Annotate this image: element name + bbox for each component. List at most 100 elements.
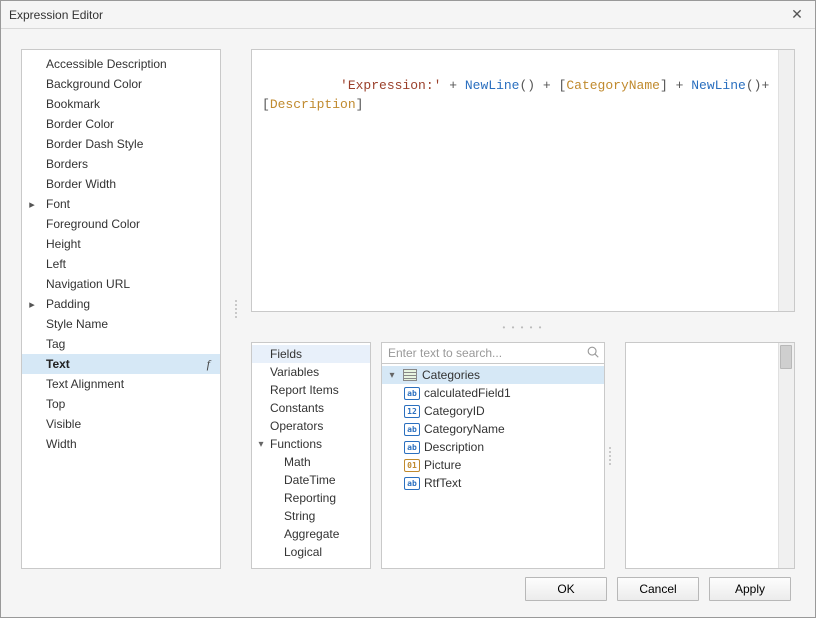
dialog-body: Accessible Description Background Color Bo… bbox=[1, 29, 815, 617]
category-label: Aggregate bbox=[270, 527, 366, 541]
category-label: Report Items bbox=[270, 383, 366, 397]
tree-label: Categories bbox=[422, 368, 480, 382]
property-item[interactable]: Left bbox=[22, 254, 220, 274]
property-item[interactable]: Text Alignment bbox=[22, 374, 220, 394]
main-area: Accessible Description Background Color Bo… bbox=[21, 49, 795, 569]
ok-button[interactable]: OK bbox=[525, 577, 607, 601]
expand-icon[interactable]: ▸ bbox=[22, 298, 42, 311]
expand-icon[interactable]: ▾ bbox=[386, 370, 398, 381]
expand-icon[interactable]: ▸ bbox=[22, 198, 42, 211]
property-item[interactable]: Border Width bbox=[22, 174, 220, 194]
category-item[interactable]: Fields bbox=[252, 345, 370, 363]
search-input[interactable] bbox=[381, 342, 605, 364]
properties-list[interactable]: Accessible Description Background Color Bo… bbox=[22, 50, 220, 568]
expression-textarea[interactable]: 'Expression:' + NewLine() + [CategoryNam… bbox=[251, 49, 795, 312]
dialog-title: Expression Editor bbox=[9, 8, 787, 22]
category-item[interactable]: Operators bbox=[252, 417, 370, 435]
categories-list[interactable]: Fields Variables Report Items Constants Oper… bbox=[251, 342, 371, 569]
property-label: Font bbox=[42, 197, 214, 211]
cancel-button[interactable]: Cancel bbox=[617, 577, 699, 601]
property-item[interactable]: Border Dash Style bbox=[22, 134, 220, 154]
category-item[interactable]: Reporting bbox=[252, 489, 370, 507]
right-column: 'Expression:' + NewLine() + [CategoryNam… bbox=[251, 49, 795, 569]
category-label: Variables bbox=[270, 365, 366, 379]
property-label: Accessible Description bbox=[42, 57, 214, 71]
close-icon[interactable]: ✕ bbox=[787, 6, 807, 23]
property-item[interactable]: Borders bbox=[22, 154, 220, 174]
property-item[interactable]: ▸Padding bbox=[22, 294, 220, 314]
tree-root[interactable]: ▾ Categories bbox=[382, 366, 604, 384]
property-label: Top bbox=[42, 397, 214, 411]
properties-panel: Accessible Description Background Color Bo… bbox=[21, 49, 221, 569]
table-icon bbox=[402, 368, 418, 382]
property-label: Foreground Color bbox=[42, 217, 214, 231]
category-item[interactable]: Report Items bbox=[252, 381, 370, 399]
category-item[interactable]: DateTime bbox=[252, 471, 370, 489]
binary-field-icon: 01 bbox=[404, 458, 420, 472]
property-item[interactable]: ▸Font bbox=[22, 194, 220, 214]
tree-label: Description bbox=[424, 440, 484, 454]
category-item[interactable]: Logical bbox=[252, 543, 370, 561]
text-field-icon: ab bbox=[404, 386, 420, 400]
category-label: Constants bbox=[270, 401, 366, 415]
property-label: Background Color bbox=[42, 77, 214, 91]
property-item[interactable]: Style Name bbox=[22, 314, 220, 334]
category-item[interactable]: Variables bbox=[252, 363, 370, 381]
property-label: Border Color bbox=[42, 117, 214, 131]
expression-editor-dialog: Expression Editor ✕ Accessible Descripti… bbox=[0, 0, 816, 618]
titlebar: Expression Editor ✕ bbox=[1, 1, 815, 29]
property-label: Border Width bbox=[42, 177, 214, 191]
property-label: Width bbox=[42, 437, 214, 451]
tree-item[interactable]: 12CategoryID bbox=[382, 402, 604, 420]
tree-item[interactable]: abCategoryName bbox=[382, 420, 604, 438]
editor-scrollbar[interactable] bbox=[778, 50, 794, 311]
property-item[interactable]: Navigation URL bbox=[22, 274, 220, 294]
property-item[interactable]: Foreground Color bbox=[22, 214, 220, 234]
property-item[interactable]: Height bbox=[22, 234, 220, 254]
tree-item[interactable]: abDescription bbox=[382, 438, 604, 456]
property-item[interactable]: Visible bbox=[22, 414, 220, 434]
splitter-vertical-right[interactable] bbox=[605, 342, 615, 569]
fields-tree[interactable]: ▾ Categories abcalculatedField112CategoryI… bbox=[381, 364, 605, 569]
category-item[interactable]: ▾Functions bbox=[252, 435, 370, 453]
category-item[interactable]: Constants bbox=[252, 399, 370, 417]
property-label: Left bbox=[42, 257, 214, 271]
splitter-vertical-left[interactable] bbox=[231, 49, 241, 569]
description-scroll-thumb[interactable] bbox=[780, 345, 792, 369]
property-item[interactable]: Width bbox=[22, 434, 220, 454]
property-item[interactable]: Tag bbox=[22, 334, 220, 354]
property-item[interactable]: Accessible Description bbox=[22, 54, 220, 74]
property-item[interactable]: Border Color bbox=[22, 114, 220, 134]
property-item[interactable]: Bookmark bbox=[22, 94, 220, 114]
category-label: Functions bbox=[270, 437, 366, 451]
splitter-horizontal[interactable] bbox=[251, 322, 795, 332]
property-item[interactable]: Top bbox=[22, 394, 220, 414]
category-label: DateTime bbox=[270, 473, 366, 487]
text-field-icon: ab bbox=[404, 476, 420, 490]
category-item[interactable]: Aggregate bbox=[252, 525, 370, 543]
category-label: Math bbox=[270, 455, 366, 469]
property-label: Visible bbox=[42, 417, 214, 431]
search-icon bbox=[586, 345, 600, 359]
tree-item[interactable]: 01Picture bbox=[382, 456, 604, 474]
property-label: Bookmark bbox=[42, 97, 214, 111]
description-scrollbar[interactable] bbox=[778, 343, 794, 568]
category-label: Fields bbox=[270, 347, 366, 361]
expand-icon[interactable]: ▾ bbox=[252, 439, 270, 450]
property-item[interactable]: Background Color bbox=[22, 74, 220, 94]
category-label: Operators bbox=[270, 419, 366, 433]
property-item[interactable]: Textf bbox=[22, 354, 220, 374]
tree-item[interactable]: abRtfText bbox=[382, 474, 604, 492]
category-item[interactable]: String bbox=[252, 507, 370, 525]
property-label: Style Name bbox=[42, 317, 214, 331]
property-label: Tag bbox=[42, 337, 214, 351]
tree-item[interactable]: abcalculatedField1 bbox=[382, 384, 604, 402]
apply-button[interactable]: Apply bbox=[709, 577, 791, 601]
property-label: Height bbox=[42, 237, 214, 251]
category-item[interactable]: Math bbox=[252, 453, 370, 471]
property-label: Navigation URL bbox=[42, 277, 214, 291]
property-label: Padding bbox=[42, 297, 214, 311]
fx-icon: f bbox=[198, 357, 214, 372]
category-label: Reporting bbox=[270, 491, 366, 505]
lower-panels: Fields Variables Report Items Constants Oper… bbox=[251, 342, 795, 569]
